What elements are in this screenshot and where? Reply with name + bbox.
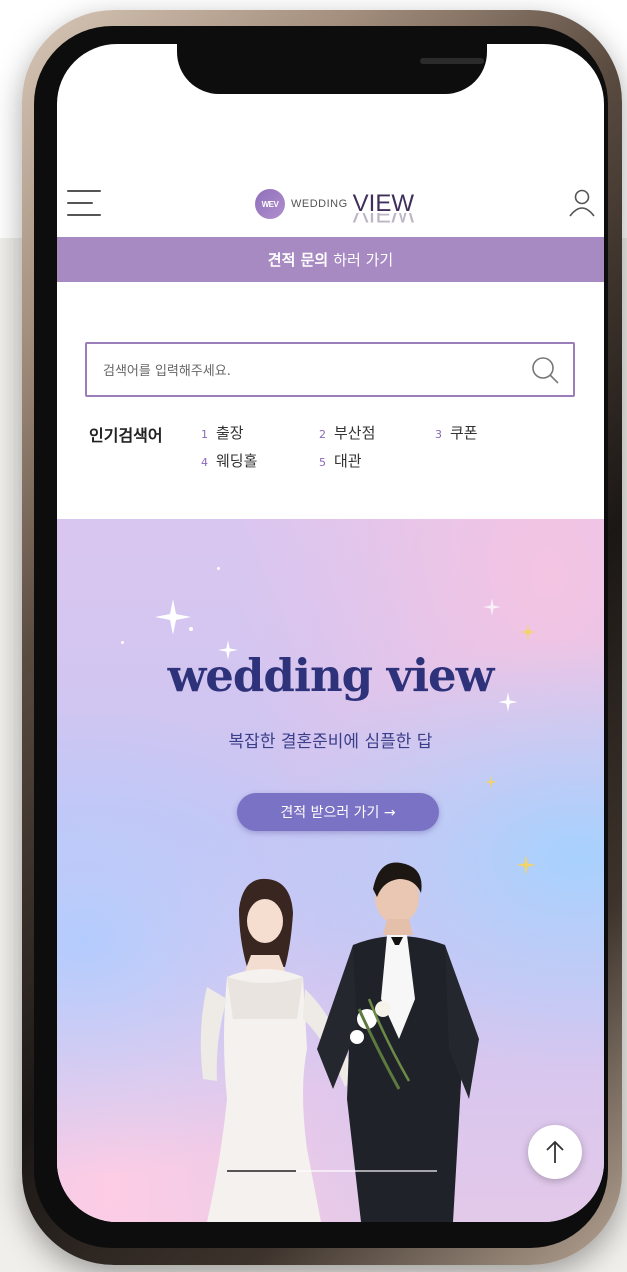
keyword-label: 웨딩홀 [216, 452, 258, 470]
sparkle-icon [483, 598, 501, 616]
speaker-grille [420, 58, 484, 64]
slide-progress-bar [227, 1170, 437, 1172]
popular-keyword[interactable]: 3 쿠폰 [435, 422, 478, 443]
sparkle-dot [217, 567, 220, 570]
logo-wedding-text: WEDDING [291, 198, 348, 210]
keyword-label: 쿠폰 [450, 424, 478, 442]
user-icon[interactable] [568, 188, 596, 218]
popular-keyword[interactable]: 1 출장 [201, 422, 244, 443]
logo-mark: WEV [255, 189, 285, 219]
logo-view-text: VIEW [353, 192, 414, 216]
arrow-up-icon [546, 1140, 564, 1163]
keyword-rank: 2 [319, 428, 326, 441]
search-icon[interactable] [529, 354, 561, 386]
keyword-label: 대관 [334, 452, 362, 470]
get-quote-button[interactable]: 견적 받으러 가기 → [237, 793, 439, 831]
hero-subtitle: 복잡한 결혼준비에 심플한 답 [228, 732, 433, 752]
couple-photo [200, 862, 479, 1222]
popular-keyword[interactable]: 4 웨딩홀 [201, 450, 257, 471]
quote-banner-text: 하러 가기 [333, 251, 394, 269]
keyword-rank: 3 [435, 428, 442, 441]
sparkle-icon [155, 599, 191, 635]
keyword-rank: 1 [201, 428, 208, 441]
phone-screen: WEV WEDDING VIEW 견적 문의 하러 가기 인기검색어 1 출장 2… [57, 44, 604, 1222]
slide-progress-fill [227, 1170, 297, 1172]
sparkle-dot [121, 641, 124, 644]
search-input[interactable] [101, 358, 505, 384]
keyword-label: 부산점 [334, 424, 376, 442]
sparkle-dot [189, 627, 193, 631]
hero-title: wedding view [167, 649, 495, 702]
popular-keywords-title: 인기검색어 [89, 426, 163, 445]
sparkle-icon [484, 775, 498, 789]
sparkle-icon [516, 855, 536, 875]
wedding-view-logo[interactable]: WEV WEDDING VIEW [255, 186, 414, 222]
phone-notch [177, 44, 487, 94]
popular-keyword[interactable]: 5 대관 [319, 450, 362, 471]
keyword-rank: 4 [201, 456, 208, 469]
popular-keywords: 인기검색어 1 출장 2 부산점 3 쿠폰 4 웨딩홀 5 대관 [89, 422, 589, 482]
quote-inquiry-banner[interactable]: 견적 문의 하러 가기 [57, 237, 604, 282]
keyword-rank: 5 [319, 456, 326, 469]
hamburger-icon[interactable] [67, 190, 101, 216]
sparkle-icon [519, 623, 537, 641]
popular-keyword[interactable]: 2 부산점 [319, 422, 375, 443]
quote-banner-bold: 견적 문의 [267, 251, 329, 269]
search-box [85, 342, 575, 397]
scroll-top-button[interactable] [528, 1125, 582, 1179]
keyword-label: 출장 [216, 424, 244, 442]
hero-banner[interactable]: wedding view 복잡한 결혼준비에 심플한 답 견적 받으러 가기 → [57, 519, 604, 1222]
site-header: WEV WEDDING VIEW [57, 172, 604, 237]
